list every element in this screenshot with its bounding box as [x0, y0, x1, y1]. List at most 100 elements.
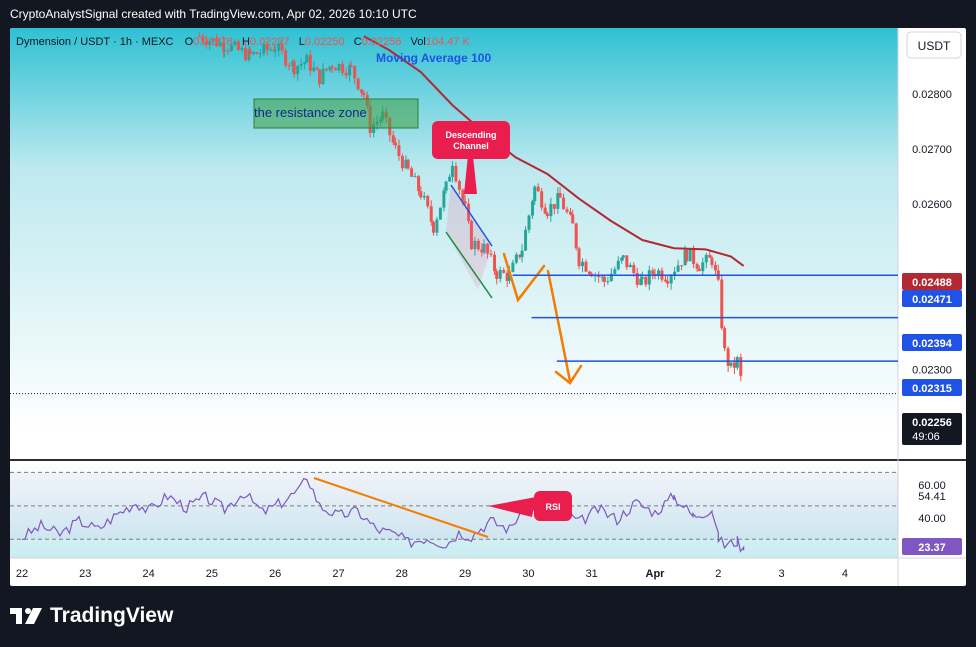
candle-body [255, 52, 259, 55]
candle-body [226, 50, 230, 52]
candle-body [565, 209, 569, 212]
resistance-zone-label: the resistance zone [254, 105, 367, 120]
time-tick-label: 29 [459, 568, 471, 580]
candle-body [581, 261, 585, 267]
time-tick-label: 23 [79, 568, 91, 580]
candle-body [666, 281, 670, 284]
time-tick-label: 30 [522, 568, 534, 580]
rsi-tick-40: 40.00 [918, 513, 946, 525]
candle-body [410, 168, 414, 177]
candle-body [520, 250, 524, 258]
candle-body [536, 186, 540, 192]
candle-body [729, 362, 733, 366]
candle-body [457, 181, 461, 190]
candle-body [676, 265, 680, 272]
candle-body [353, 65, 357, 79]
candle-body [330, 66, 334, 68]
candle-body [341, 63, 345, 73]
candle-body [461, 189, 465, 202]
candle-body [498, 270, 502, 279]
svg-text:23.37: 23.37 [918, 542, 946, 554]
candle-body [308, 54, 312, 71]
candle-body [243, 47, 247, 61]
candle-body [704, 254, 708, 263]
symbol-name: Dymension / USDT · 1h · MEXC [16, 36, 174, 48]
candle-body [356, 78, 360, 90]
candle-body [562, 197, 566, 210]
candle-body [292, 61, 296, 75]
price-tick-label: 0.02600 [912, 199, 952, 211]
candle-body [735, 357, 739, 368]
candle-body [287, 65, 291, 67]
candle-body [639, 278, 643, 285]
candle-body [236, 41, 240, 50]
candle-body [524, 229, 528, 251]
candle-body [688, 249, 692, 262]
candle-body [549, 204, 553, 217]
svg-text:0.02315: 0.02315 [912, 383, 952, 395]
candle-body [296, 65, 300, 75]
tradingview-logo-icon [10, 608, 42, 624]
candle-body [422, 196, 426, 198]
candle-body [299, 64, 303, 66]
candle-body [647, 270, 651, 285]
candle-body [720, 279, 724, 329]
resistance-zone: the resistance zone [253, 98, 419, 129]
candle-body [362, 92, 366, 96]
candle-body [621, 255, 625, 258]
candle-body [324, 68, 328, 71]
candle-body [713, 264, 717, 271]
tradingview-brand: TradingView [10, 596, 173, 636]
candle-body [701, 262, 705, 272]
candle-body [393, 142, 397, 146]
candle-body [303, 62, 307, 65]
candle-body [406, 159, 410, 169]
rsi-ma-value: 54.41 [918, 491, 946, 503]
candle-body [574, 223, 578, 249]
candle-body [692, 249, 696, 265]
candle-body [419, 191, 423, 198]
price-tick-label: 0.02700 [912, 144, 952, 156]
svg-text:0.02394: 0.02394 [912, 338, 953, 350]
svg-text:RSI: RSI [545, 502, 560, 512]
candle-body [493, 254, 497, 272]
candle-body [334, 67, 338, 71]
candle-body [543, 207, 547, 214]
time-tick-label: 2 [715, 568, 721, 580]
candle-body [273, 50, 277, 52]
candle-body [248, 49, 252, 54]
svg-text:Dymension / USDT · 1h · MEXC: Dymension / USDT · 1h · MEXC O0.02278 H0… [16, 36, 470, 48]
candle-body [527, 215, 531, 230]
time-axis: 22 23 24 25 26 27 28 29 30 31 Apr 2 3 4 [16, 568, 848, 580]
candle-body [269, 49, 273, 51]
time-tick-label: 25 [206, 568, 218, 580]
candle-body [438, 207, 442, 220]
time-tick-label: 4 [842, 568, 848, 580]
candle-body [739, 357, 743, 376]
candle-body [431, 221, 435, 233]
chart-canvas[interactable]: the resistance zone Moving Average 100 D… [10, 28, 966, 586]
time-tick-label: 31 [586, 568, 598, 580]
chart-header: CryptoAnalystSignal created with Trading… [0, 0, 976, 28]
candle-body [348, 65, 352, 76]
candle-body [628, 264, 632, 268]
candle-body [606, 281, 610, 283]
candle-body [726, 348, 730, 366]
candle-body [625, 255, 629, 268]
candle-body [632, 264, 636, 273]
candle-body [258, 53, 262, 55]
candle-body [349, 65, 353, 67]
time-tick-label: 27 [332, 568, 344, 580]
candle-body [305, 54, 309, 63]
candle-body [502, 270, 506, 273]
svg-text:Channel: Channel [453, 141, 489, 151]
candle-body [337, 63, 341, 71]
time-tick-label: 22 [16, 568, 28, 580]
candle-body [429, 206, 433, 222]
time-tick-label: 26 [269, 568, 281, 580]
candle-body [531, 201, 535, 216]
svg-text:0.02471: 0.02471 [912, 294, 952, 306]
candle-body [663, 279, 667, 282]
time-tick-label: Apr [646, 568, 666, 580]
candle-body [391, 135, 395, 143]
